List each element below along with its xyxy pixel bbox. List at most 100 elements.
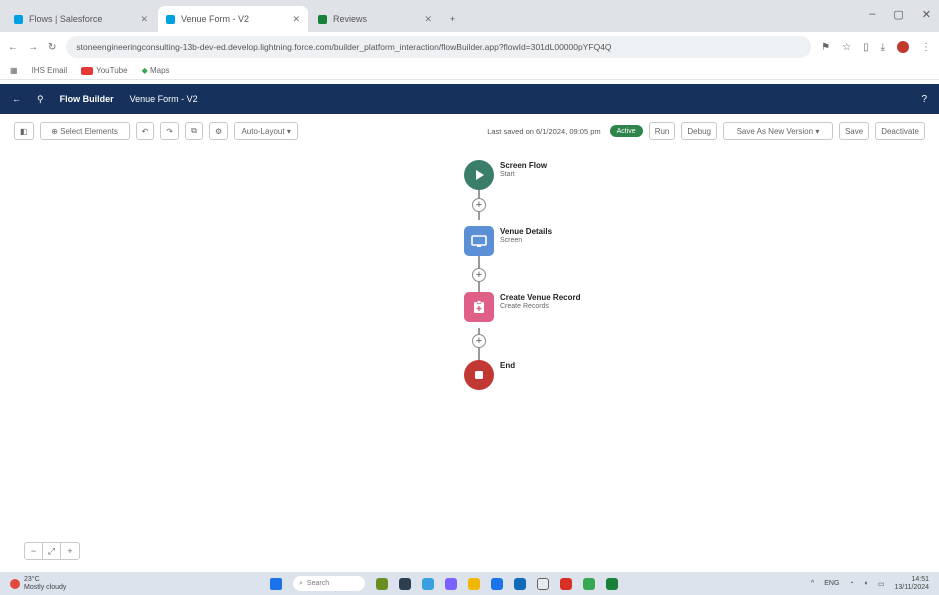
settings-button[interactable]: ⚙ — [208, 122, 229, 140]
save-as-new-version-button[interactable]: Save As New Version ▾ — [722, 122, 833, 140]
gear-icon: ⚙ — [214, 126, 223, 136]
back-arrow-icon[interactable]: ← — [12, 94, 21, 104]
bookmark-maps[interactable]: ◆ Maps — [142, 66, 170, 75]
node-label: End — [500, 361, 516, 370]
save-button[interactable]: Save — [838, 122, 870, 140]
app-icon[interactable] — [583, 577, 595, 590]
tab-label: Reviews — [333, 14, 368, 24]
undo-icon: ↶ — [141, 126, 149, 136]
toggle-panel-button[interactable]: ◧ — [14, 122, 34, 140]
play-icon — [464, 160, 494, 190]
copy-icon: ⧉ — [191, 126, 197, 135]
save-as-label: Save As New Version — [736, 126, 814, 136]
tab-flows[interactable]: Flows | Salesforce ✕ — [6, 6, 156, 32]
task-view-icon[interactable] — [399, 577, 411, 590]
redo-button[interactable]: ↷ — [160, 122, 179, 140]
node-create-venue-record[interactable]: Create Venue Record Create Records — [464, 292, 580, 322]
volume-icon[interactable]: ◖ — [864, 580, 868, 587]
tab-label: Venue Form - V2 — [181, 14, 250, 24]
apps-grid-icon[interactable]: ▦ — [10, 66, 18, 75]
profile-avatar[interactable] — [897, 41, 909, 53]
clock[interactable]: 14:51 13/11/2024 — [894, 576, 929, 592]
run-button[interactable]: Run — [648, 122, 676, 140]
auto-layout-select[interactable]: Auto-Layout ▾ — [234, 122, 299, 140]
last-saved-text: Last saved on 6/1/2024, 09:05 pm — [487, 126, 601, 136]
download-icon[interactable]: ⤓ — [881, 42, 885, 53]
maximize-icon[interactable]: ▢ — [893, 8, 903, 21]
taskbar-apps: ⌕ Search — [270, 576, 618, 591]
help-button[interactable]: ? — [921, 94, 927, 105]
flow-canvas[interactable]: + + + Screen Flow Start Venue Details Sc… — [0, 148, 939, 568]
flow-name: Venue Form - V2 — [129, 94, 198, 104]
chevron-down-icon: ▾ — [286, 126, 291, 136]
redo-icon: ↷ — [166, 126, 173, 136]
wifi-icon[interactable]: ◔ — [849, 580, 853, 587]
deactivate-button[interactable]: Deactivate — [875, 122, 925, 140]
weather-text: Mostly cloudy — [24, 583, 67, 591]
undo-button[interactable]: ↶ — [135, 122, 155, 140]
add-element-button[interactable]: + — [472, 334, 486, 348]
close-window-icon[interactable]: ✕ — [922, 8, 931, 21]
cursor-icon: ⊕ — [51, 126, 58, 136]
zoom-in-button[interactable]: + — [61, 543, 79, 559]
node-end[interactable]: End — [464, 360, 515, 390]
menu-icon[interactable]: ⋮ — [921, 42, 931, 53]
edge-browser-icon[interactable] — [422, 577, 434, 590]
debug-button[interactable]: Debug — [681, 122, 717, 140]
url-field[interactable]: stoneengineeringconsulting-13b-dev-ed.de… — [66, 36, 812, 58]
flow-icon: ⚲ — [37, 93, 44, 104]
file-explorer-icon[interactable] — [468, 577, 480, 590]
bookmarks-bar: ▦ IHS Email YouTube ◆ Maps — [0, 62, 939, 80]
bookmark-star-icon[interactable]: ☆ — [842, 42, 851, 53]
teams-app-icon[interactable] — [445, 577, 457, 590]
sheets-icon — [318, 14, 327, 24]
minimize-icon[interactable]: – — [869, 8, 875, 21]
weather-widget[interactable]: 23°C Mostly cloudy — [10, 576, 210, 592]
node-type: Screen — [500, 237, 523, 244]
taskbar-search[interactable]: ⌕ Search — [293, 576, 365, 591]
fit-view-button[interactable]: ⤢ — [43, 543, 61, 559]
chrome-profile-icon[interactable] — [560, 577, 572, 590]
add-element-button[interactable]: + — [472, 268, 486, 282]
salesforce-icon — [166, 14, 175, 24]
chrome-app-icon[interactable] — [491, 577, 503, 590]
select-elements-label: Select Elements — [60, 126, 118, 136]
add-element-button[interactable]: + — [472, 198, 486, 212]
bookmark-label: Maps — [149, 66, 170, 75]
tab-label: Flows | Salesforce — [29, 14, 103, 24]
translate-icon[interactable]: ⚑ — [821, 42, 830, 53]
bookmark-youtube[interactable]: YouTube — [81, 66, 128, 75]
back-icon[interactable]: ← — [8, 42, 18, 53]
node-venue-details[interactable]: Venue Details Screen — [464, 226, 552, 256]
node-start[interactable]: Screen Flow Start — [464, 160, 547, 190]
close-icon[interactable]: ✕ — [424, 14, 432, 25]
browser-tab-strip: Flows | Salesforce ✕ Venue Form - V2 ✕ R… — [0, 0, 939, 32]
widgets-app-icon[interactable] — [376, 577, 388, 590]
new-tab-button[interactable]: + — [442, 6, 463, 32]
flow-builder-header: ← ⚲ Flow Builder Venue Form - V2 ? — [0, 84, 939, 114]
sidebar-icon[interactable]: ▯ — [863, 42, 869, 53]
reload-icon[interactable]: ↻ — [48, 42, 56, 53]
app-title: Flow Builder — [59, 94, 114, 104]
forward-icon[interactable]: → — [28, 42, 38, 53]
close-icon[interactable]: ✕ — [292, 14, 300, 25]
copy-button[interactable]: ⧉ — [184, 122, 203, 140]
app-icon[interactable] — [537, 577, 549, 590]
tab-reviews[interactable]: Reviews ✕ — [310, 6, 440, 32]
windows-start-icon[interactable] — [270, 577, 282, 590]
tab-venue-form[interactable]: Venue Form - V2 ✕ — [158, 6, 308, 32]
close-icon[interactable]: ✕ — [140, 14, 148, 25]
auto-layout-label: Auto-Layout — [241, 126, 285, 136]
zoom-out-button[interactable]: − — [25, 543, 43, 559]
weather-icon — [10, 578, 20, 589]
battery-icon[interactable]: ▭ — [878, 580, 885, 588]
node-label: Create Venue Record — [500, 293, 581, 302]
bookmark-ihs-email[interactable]: IHS Email — [32, 66, 68, 75]
chevron-up-icon[interactable]: ^ — [811, 580, 814, 587]
select-elements-button[interactable]: ⊕ Select Elements — [39, 122, 130, 140]
outlook-app-icon[interactable] — [514, 577, 526, 590]
language-indicator[interactable]: ENG — [824, 580, 839, 587]
system-tray: ^ ENG ◔ ◖ ▭ 14:51 13/11/2024 — [811, 576, 929, 592]
temperature: 23°C — [24, 575, 40, 583]
app-icon[interactable] — [606, 577, 618, 590]
